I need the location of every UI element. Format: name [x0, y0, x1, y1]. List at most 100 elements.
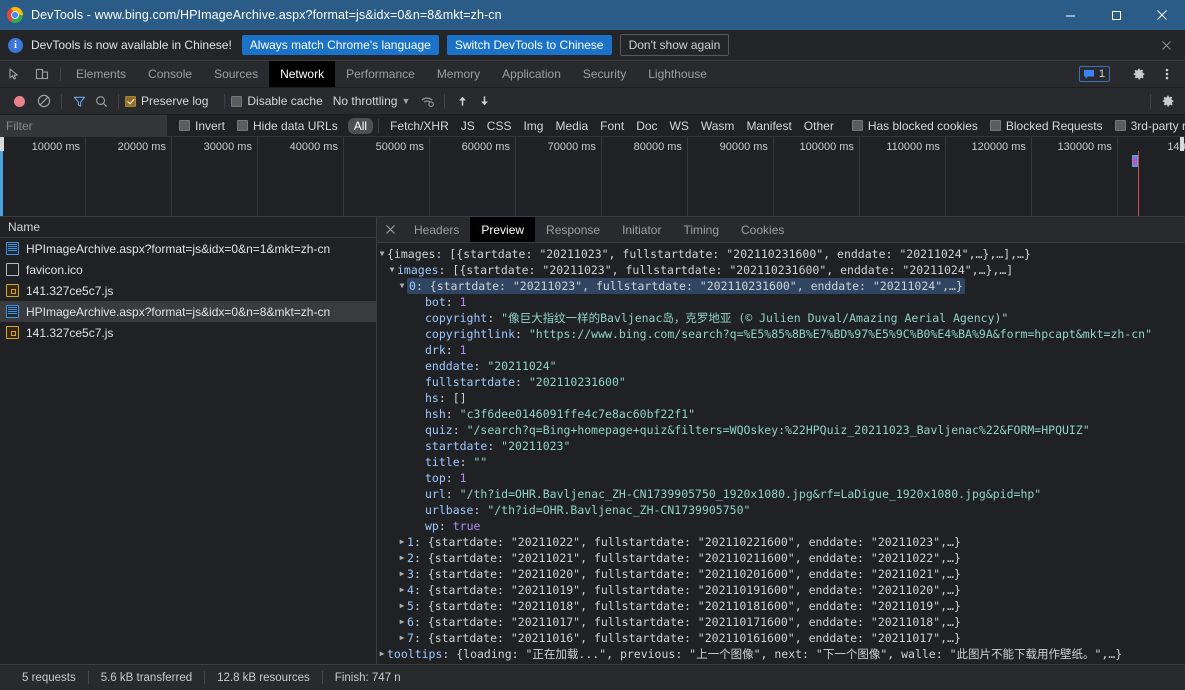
notification-close-icon[interactable]	[1161, 38, 1175, 52]
detail-tab-response[interactable]: Response	[535, 217, 611, 242]
disclosure-triangle-icon[interactable]	[377, 646, 387, 662]
third-party-requests-checkbox[interactable]: 3rd-party requests	[1114, 119, 1185, 133]
import-har-icon[interactable]	[451, 90, 473, 112]
maximize-button[interactable]	[1093, 0, 1139, 30]
clear-icon[interactable]	[33, 90, 55, 112]
more-options-icon[interactable]	[1153, 67, 1181, 81]
window-title: DevTools - www.bing.com/HPImageArchive.a…	[31, 8, 502, 22]
disclosure-triangle-icon[interactable]	[387, 262, 397, 278]
detail-tab-headers[interactable]: Headers	[403, 217, 470, 242]
table-row[interactable]: 141.327ce5c7.js	[0, 280, 376, 301]
search-icon[interactable]	[90, 90, 112, 112]
tab-application[interactable]: Application	[491, 61, 572, 87]
json-text: : {startdate: "20211022", fullstartdate:…	[413, 535, 961, 549]
table-row[interactable]: HPImageArchive.aspx?format=js&idx=0&n=1&…	[0, 238, 376, 259]
json-key: url	[425, 487, 446, 501]
disable-cache-checkbox[interactable]: Disable cache	[231, 94, 332, 108]
blocked-requests-checkbox[interactable]: Blocked Requests	[989, 118, 1103, 133]
json-tooltips-line: tooltips: {loading: "正在加载...", previous:…	[377, 646, 1185, 662]
disclosure-triangle-icon[interactable]	[397, 566, 407, 582]
json-line-content: startdate: "20211023"	[425, 438, 570, 454]
type-filter-manifest[interactable]: Manifest	[740, 118, 797, 134]
json-property-hsh: hsh: "c3f6dee0146091ffe4c7e8ac60bf22f1"	[377, 406, 1185, 422]
detail-tab-cookies[interactable]: Cookies	[730, 217, 795, 242]
json-key: fullstartdate	[425, 375, 516, 389]
tab-network[interactable]: Network	[269, 61, 336, 87]
network-settings-gear-icon[interactable]	[1157, 90, 1179, 112]
network-timeline-overview[interactable]: 10000 ms 20000 ms 30000 ms 40000 ms 50000 ms…	[0, 137, 1185, 217]
tab-lighthouse[interactable]: Lighthouse	[637, 61, 718, 87]
script-icon	[6, 284, 19, 297]
preserve-log-checkbox[interactable]: Preserve log	[125, 94, 218, 108]
disclosure-triangle-icon[interactable]	[397, 614, 407, 630]
gear-icon[interactable]	[1125, 67, 1153, 81]
type-filter-other[interactable]: Other	[798, 118, 840, 134]
timeline-tick: 110000 ms	[860, 137, 946, 216]
record-button-icon[interactable]	[14, 95, 25, 107]
type-filter-ws[interactable]: WS	[664, 118, 695, 134]
minimize-button[interactable]	[1047, 0, 1093, 30]
status-resources: 12.8 kB resources	[217, 671, 310, 684]
type-filter-all[interactable]: All	[347, 117, 374, 134]
disclosure-triangle-icon[interactable]	[397, 550, 407, 566]
device-toolbar-icon[interactable]	[28, 61, 56, 87]
type-filter-img[interactable]: Img	[517, 118, 549, 134]
disclosure-triangle-icon[interactable]	[397, 278, 407, 294]
hide-data-urls-checkbox[interactable]: Hide data URLs	[237, 119, 338, 133]
tab-memory[interactable]: Memory	[426, 61, 491, 87]
export-har-icon[interactable]	[473, 90, 495, 112]
json-text: : {loading: "正在加载...", previous: "上一个图像"…	[442, 647, 1123, 661]
timeline-tick-label: 40000 ms	[289, 141, 338, 153]
type-filter-wasm[interactable]: Wasm	[695, 118, 741, 134]
switch-to-chinese-button[interactable]: Switch DevTools to Chinese	[446, 35, 612, 55]
tab-elements[interactable]: Elements	[65, 61, 137, 87]
always-match-language-button[interactable]: Always match Chrome's language	[241, 35, 439, 55]
disclosure-triangle-icon[interactable]	[377, 246, 387, 262]
document-icon	[6, 242, 19, 255]
close-detail-icon[interactable]	[377, 217, 403, 242]
tab-sources[interactable]: Sources	[203, 61, 269, 87]
console-message-badge[interactable]: 1	[1078, 66, 1110, 82]
status-transferred: 5.6 kB transferred	[100, 671, 193, 684]
disclosure-triangle-icon[interactable]	[397, 630, 407, 646]
table-row[interactable]: favicon.ico	[0, 259, 376, 280]
overview-left-handle[interactable]	[0, 137, 4, 151]
detail-tab-preview[interactable]: Preview	[470, 217, 536, 242]
detail-tab-timing[interactable]: Timing	[672, 217, 730, 242]
type-filter-doc[interactable]: Doc	[630, 118, 663, 134]
json-text: []	[452, 391, 467, 405]
disclosure-triangle-icon[interactable]	[397, 582, 407, 598]
json-images-line: images: [{startdate: "20211023", fullsta…	[377, 262, 1185, 278]
type-filter-font[interactable]: Font	[594, 118, 630, 134]
network-conditions-icon[interactable]	[416, 90, 438, 112]
close-button[interactable]	[1139, 0, 1185, 30]
type-filter-media[interactable]: Media	[549, 118, 594, 134]
json-key: top	[425, 471, 446, 485]
type-filter-fetch-xhr[interactable]: Fetch/XHR	[384, 118, 455, 134]
requests-column-header[interactable]: Name	[0, 217, 376, 238]
table-row[interactable]: HPImageArchive.aspx?format=js&idx=0&n=8&…	[0, 301, 376, 322]
tab-security[interactable]: Security	[572, 61, 637, 87]
throttling-select-value[interactable]: No throttling	[333, 94, 398, 108]
filter-icon[interactable]	[68, 90, 90, 112]
json-line-content: urlbase: "/th?id=OHR.Bavljenac_ZH-CN1739…	[425, 502, 750, 518]
tab-performance[interactable]: Performance	[335, 61, 426, 87]
inspect-element-icon[interactable]	[0, 61, 28, 87]
message-icon	[1083, 69, 1094, 79]
overview-right-handle[interactable]	[1180, 137, 1184, 151]
disclosure-triangle-icon[interactable]	[397, 598, 407, 614]
dont-show-again-button[interactable]: Don't show again	[619, 34, 730, 56]
blocked-requests-label: Blocked Requests	[1005, 118, 1103, 133]
json-key: 6	[407, 615, 414, 629]
table-row[interactable]: 141.327ce5c7.js	[0, 322, 376, 343]
has-blocked-cookies-checkbox[interactable]: Has blocked cookies	[851, 119, 978, 133]
timeline-tick-label: 10000 ms	[31, 141, 80, 153]
disclosure-triangle-icon[interactable]	[397, 534, 407, 550]
type-filter-css[interactable]: CSS	[481, 118, 518, 134]
filter-input[interactable]	[0, 114, 167, 137]
invert-checkbox[interactable]: Invert	[179, 119, 225, 133]
type-filter-js[interactable]: JS	[455, 118, 481, 134]
tab-console[interactable]: Console	[137, 61, 203, 87]
chevron-down-icon[interactable]: ▼	[401, 96, 410, 106]
detail-tab-initiator[interactable]: Initiator	[611, 217, 672, 242]
